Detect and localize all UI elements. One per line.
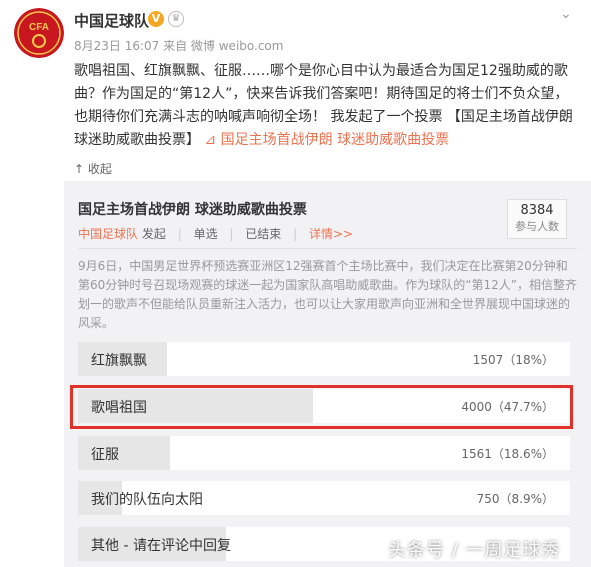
participant-count: 8384	[520, 203, 554, 218]
post-body: 歌唱祖国、红旗飘飘、征服……哪个是你心目中认为最适合为国足12强助威的歌曲？作为…	[74, 60, 579, 152]
vote-card: 国足主场首战伊朗 球迷助威歌曲投票 中国足球队 发起 | 单选 | 已结束 | …	[64, 181, 591, 567]
vote-option-label: 红旗飘飘	[91, 353, 147, 369]
vote-link-icon: ⊿	[204, 132, 217, 148]
vote-option-stat: 750（8.9%）	[476, 492, 554, 506]
avatar[interactable]: CFA	[14, 8, 64, 58]
highlight-annotation	[70, 385, 573, 429]
account-name[interactable]: 中国足球队	[74, 10, 149, 31]
collapse-arrow-icon: ↑	[74, 162, 85, 176]
vote-option[interactable]: 红旗飘飘 1507（18%）	[78, 342, 570, 376]
vote-option-label: 征服	[91, 447, 119, 463]
vote-option-label: 我们的队伍向太阳	[91, 492, 203, 508]
member-icon[interactable]: ♛	[168, 11, 184, 27]
vote-option-label: 其他 - 请在评论中回复	[91, 538, 231, 554]
vote-subline: 中国足球队 发起 | 单选 | 已结束 | 详情>>	[78, 225, 353, 242]
collapse-label[interactable]: 收起	[88, 162, 112, 176]
vote-link[interactable]: ⊿ 国足主场首战伊朗 球迷助威歌曲投票	[204, 132, 449, 148]
vote-created-label: 发起	[141, 227, 166, 241]
divider: |	[177, 227, 182, 241]
vote-mode: 单选	[193, 227, 218, 241]
vote-link-label[interactable]: 国足主场首战伊朗 球迷助威歌曲投票	[221, 132, 449, 148]
vote-status: 已结束	[245, 227, 282, 241]
collapse-button[interactable]: ↑ 收起	[74, 160, 112, 177]
details-link[interactable]: 详情>>	[309, 227, 353, 241]
watermark: 头条号 / 一周足球秀	[388, 540, 561, 561]
svg-text:CFA: CFA	[29, 22, 49, 33]
post-header: CFA 中国足球队 V ♛ ⌄ 8月23日 16:07 来自 微博 weibo.…	[0, 0, 591, 58]
vote-option[interactable]: 我们的队伍向太阳 750（8.9%）	[78, 481, 570, 515]
participant-count-label: 参与人数	[515, 220, 559, 233]
divider: |	[229, 227, 234, 241]
vote-description: 9月6日，中国男足世界杯预选赛亚洲区12强赛首个主场比赛中，我们决定在比赛第20…	[78, 259, 577, 330]
divider	[78, 248, 577, 249]
participant-count-box: 8384 参与人数	[507, 199, 567, 239]
vote-option-stat: 1507（18%）	[472, 353, 554, 367]
chevron-down-icon[interactable]: ⌄	[560, 6, 572, 22]
vote-option-stat: 1561（18.6%）	[461, 447, 554, 461]
divider: |	[293, 227, 298, 241]
vote-creator[interactable]: 中国足球队	[78, 227, 138, 241]
verified-icon: V	[148, 11, 164, 27]
vote-title[interactable]: 国足主场首战伊朗 球迷助威歌曲投票	[78, 199, 307, 219]
cfa-logo-icon: CFA	[14, 8, 64, 58]
post-meta: 8月23日 16:07 来自 微博 weibo.com	[74, 39, 284, 53]
vote-option[interactable]: 征服 1561（18.6%）	[78, 436, 570, 470]
